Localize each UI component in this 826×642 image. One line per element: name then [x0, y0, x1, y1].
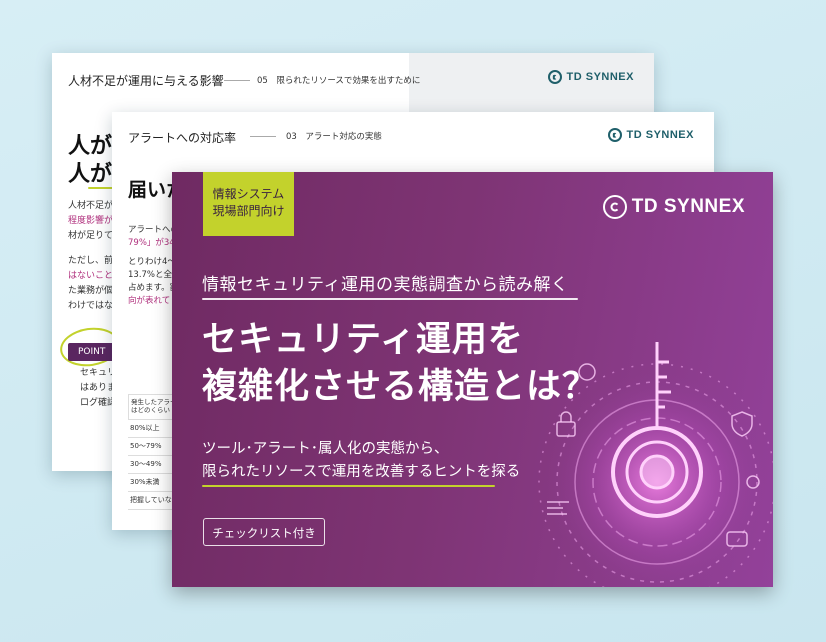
- td-synnex-logo: TD SYNNEX: [547, 70, 634, 84]
- point-badge: POINT: [68, 343, 116, 361]
- td-synnex-logo: TD SYNNEX: [602, 195, 745, 219]
- cover-title-line: 複雑化させる構造とは？: [202, 367, 599, 407]
- point-line: はありま: [80, 383, 117, 393]
- cover-title-line: セキュリティ運用を: [202, 320, 524, 360]
- td-synnex-logo-icon: [602, 195, 627, 219]
- td-synnex-logo: TD SYNNEX: [607, 128, 694, 142]
- audience-tag-line: 現場部門向け: [212, 204, 285, 218]
- page-section-label: 05 限られたリソースで効果を出すために: [257, 76, 421, 86]
- cover-subtitle: 情報セキュリティ運用の実態調査から読み解く: [202, 275, 569, 295]
- cover-description-line: 限られたリソースで運用を改善するヒントを探る: [202, 464, 521, 480]
- page-header-title: アラートへの対応率: [128, 131, 237, 145]
- checklist-badge: チェックリスト付き: [203, 518, 325, 546]
- point-line: ログ確認: [80, 398, 117, 408]
- logo-text: TD SYNNEX: [626, 129, 694, 141]
- report-cover: 情報システム 現場部門向け TD SYNNEX 情報セキュリティ運用の実態調査か…: [172, 172, 773, 587]
- audience-tag: 情報システム 現場部門向け: [203, 172, 294, 236]
- page-section-label: 03 アラート対応の実態: [286, 132, 382, 142]
- header-divider: [250, 136, 276, 137]
- description-underline: [202, 485, 495, 487]
- subtitle-underline: [202, 298, 578, 300]
- cover-description-line: ツール･アラート･属人化の実態から、: [202, 441, 449, 457]
- point-line: セキュリ: [80, 368, 117, 378]
- td-synnex-logo-icon: [607, 128, 622, 142]
- cover-title: セキュリティ運用を 複雑化させる構造とは？: [202, 317, 598, 411]
- logo-text: TD SYNNEX: [566, 71, 634, 83]
- point-text: セキュリ はありま ログ確認: [80, 366, 116, 411]
- header-divider: [224, 80, 250, 81]
- page-header-title: 人材不足が運用に与える影響: [68, 74, 224, 88]
- audience-tag-line: 情報システム: [212, 187, 285, 201]
- td-synnex-logo-icon: [547, 70, 562, 84]
- logo-text: TD SYNNEX: [631, 196, 745, 217]
- cover-description: ツール･アラート･属人化の実態から、 限られたリソースで運用を改善するヒントを探…: [202, 438, 520, 484]
